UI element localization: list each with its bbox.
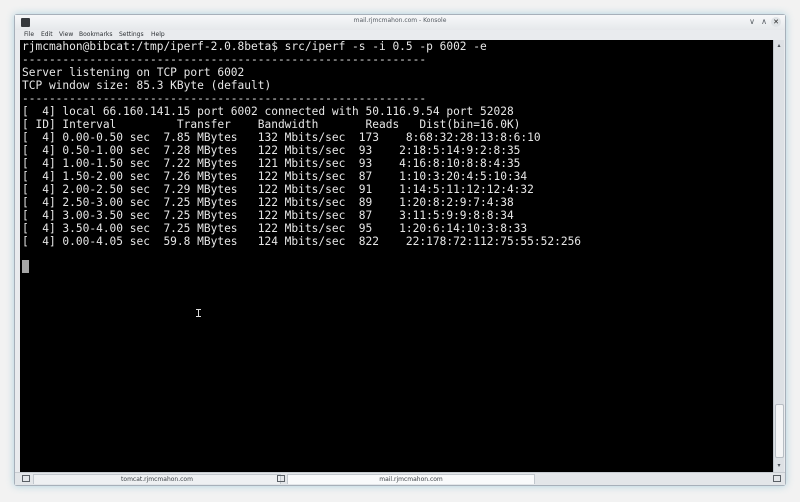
terminal-line: ----------------------------------------… xyxy=(22,92,427,105)
scroll-handle[interactable] xyxy=(775,404,784,458)
ibeam-pointer-icon xyxy=(196,309,201,317)
konsole-window: mail.rjmcmahon.com - Konsole ∨ ∧ ✕ File … xyxy=(14,14,786,486)
maximize-button[interactable]: ∧ xyxy=(759,17,769,27)
menu-settings[interactable]: Settings xyxy=(119,31,144,38)
tab-menu-icon[interactable] xyxy=(277,475,285,482)
vertical-scrollbar[interactable]: ▴ ▾ xyxy=(773,40,784,472)
terminal-output[interactable]: rjmcmahon@bibcat:/tmp/iperf-2.0.8beta$ s… xyxy=(20,40,773,472)
menu-bookmarks[interactable]: Bookmarks xyxy=(79,31,113,38)
menu-view[interactable]: View xyxy=(59,31,73,38)
terminal-line: ----------------------------------------… xyxy=(22,53,427,66)
terminal-line: [ 4] 0.50-1.00 sec 7.28 MBytes 122 Mbits… xyxy=(22,144,521,157)
terminal-line: [ 4] 2.00-2.50 sec 7.29 MBytes 122 Mbits… xyxy=(22,183,534,196)
new-tab-icon[interactable] xyxy=(22,475,30,482)
terminal-line: TCP window size: 85.3 KByte (default) xyxy=(22,79,272,92)
terminal-line: [ 4] 1.50-2.00 sec 7.26 MBytes 122 Mbits… xyxy=(22,170,528,183)
terminal-line: [ 4] 3.00-3.50 sec 7.25 MBytes 122 Mbits… xyxy=(22,209,514,222)
menu-bar: File Edit View Bookmarks Settings Help xyxy=(15,30,785,40)
terminal-line: [ 4] 2.50-3.00 sec 7.25 MBytes 122 Mbits… xyxy=(22,196,514,209)
terminal-line: [ 4] local 66.160.141.15 port 6002 conne… xyxy=(22,105,514,118)
tab-tomcat[interactable]: tomcat.rjmcmahon.com xyxy=(33,474,281,484)
tab-label: mail.rjmcmahon.com xyxy=(379,476,443,483)
terminal-line: [ 4] 0.00-4.05 sec 59.8 MBytes 124 Mbits… xyxy=(22,235,582,248)
title-bar[interactable]: mail.rjmcmahon.com - Konsole ∨ ∧ ✕ xyxy=(15,15,785,30)
scroll-up-icon[interactable]: ▴ xyxy=(774,41,784,50)
text-cursor xyxy=(22,260,29,273)
minimize-button[interactable]: ∨ xyxy=(747,17,757,27)
terminal-line: [ ID] Interval Transfer Bandwidth Reads … xyxy=(22,118,521,131)
terminal-line: [ 4] 1.00-1.50 sec 7.22 MBytes 121 Mbits… xyxy=(22,157,521,170)
tab-label: tomcat.rjmcmahon.com xyxy=(121,476,193,483)
menu-file[interactable]: File xyxy=(24,31,34,38)
window-title: mail.rjmcmahon.com - Konsole xyxy=(353,17,447,24)
menu-edit[interactable]: Edit xyxy=(41,31,53,38)
close-button[interactable]: ✕ xyxy=(771,17,781,27)
tab-bar: tomcat.rjmcmahon.com mail.rjmcmahon.com xyxy=(15,472,785,485)
menu-help[interactable]: Help xyxy=(151,31,165,38)
terminal-line: Server listening on TCP port 6002 xyxy=(22,66,245,79)
terminal-line: [ 4] 3.50-4.00 sec 7.25 MBytes 122 Mbits… xyxy=(22,222,528,235)
close-tab-icon[interactable] xyxy=(773,475,781,482)
terminal-line: [ 4] 0.00-0.50 sec 7.85 MBytes 132 Mbits… xyxy=(22,131,541,144)
tab-mail[interactable]: mail.rjmcmahon.com xyxy=(287,474,535,484)
terminal-line: rjmcmahon@bibcat:/tmp/iperf-2.0.8beta$ s… xyxy=(22,40,487,53)
scroll-down-icon[interactable]: ▾ xyxy=(774,461,784,470)
